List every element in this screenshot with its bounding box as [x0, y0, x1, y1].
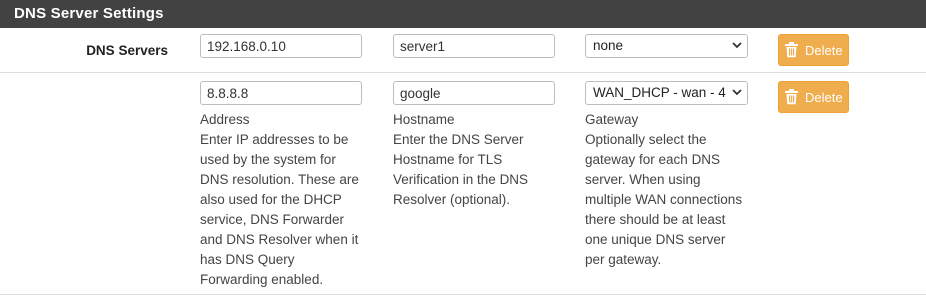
address-help-text: Enter IP addresses to be used by the sys… — [200, 132, 359, 287]
gateway-select-value: WAN_DHCP - wan - 4 — [593, 85, 726, 100]
address-help: Address Enter IP addresses to be used by… — [200, 110, 362, 290]
address-input[interactable] — [200, 34, 362, 58]
delete-button-label: Delete — [805, 89, 843, 105]
panel-title: DNS Server Settings — [0, 0, 926, 28]
chevron-down-icon — [727, 35, 747, 57]
trash-icon — [785, 89, 798, 105]
gateway-select-value: none — [593, 38, 624, 53]
gateway-help-text: Optionally select the gateway for each D… — [585, 132, 743, 267]
hostname-help-text: Enter the DNS Server Hostname for TLS Ve… — [393, 132, 529, 207]
address-input[interactable] — [200, 81, 362, 105]
address-help-title: Address — [200, 112, 250, 127]
gateway-select[interactable]: WAN_DHCP - wan - 4 — [585, 81, 748, 105]
delete-button-label: Delete — [805, 42, 843, 58]
delete-button[interactable]: Delete — [778, 81, 849, 113]
dns-server-row: Address Enter IP addresses to be used by… — [0, 73, 926, 295]
dns-servers-label: DNS Servers — [86, 43, 168, 58]
gateway-help-title: Gateway — [585, 112, 639, 127]
hostname-input[interactable] — [393, 81, 555, 105]
gateway-help: Gateway Optionally select the gateway fo… — [585, 110, 748, 270]
dns-server-row: DNS Servers none Delete — [0, 28, 926, 73]
hostname-help: Hostname Enter the DNS Server Hostname f… — [393, 110, 555, 210]
hostname-help-title: Hostname — [393, 112, 455, 127]
delete-button[interactable]: Delete — [778, 34, 849, 66]
hostname-input[interactable] — [393, 34, 555, 58]
gateway-select[interactable]: none — [585, 34, 748, 58]
trash-icon — [785, 42, 798, 58]
chevron-down-icon — [727, 82, 747, 104]
